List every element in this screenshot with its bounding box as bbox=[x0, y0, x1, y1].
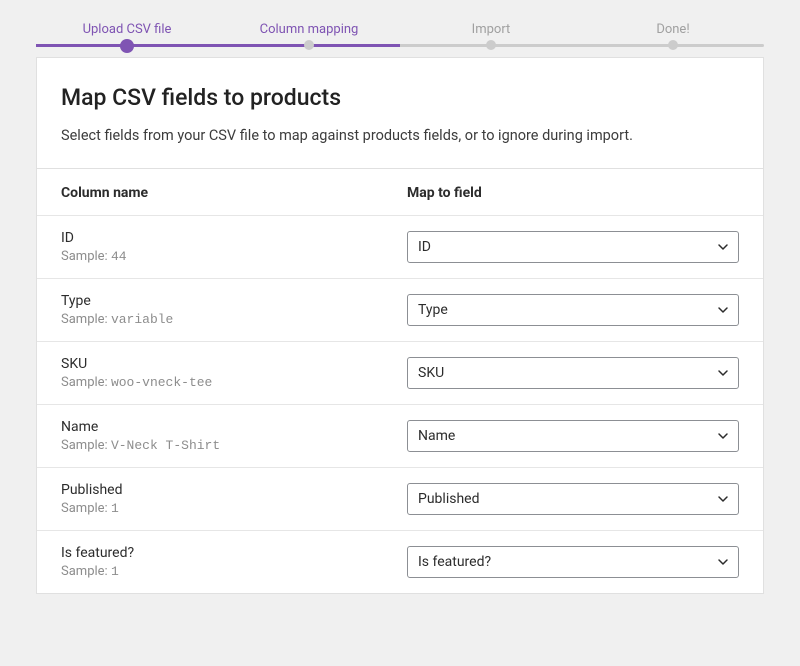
progress-track bbox=[36, 44, 764, 47]
chevron-down-icon bbox=[717, 493, 729, 505]
column-name-label: Published bbox=[61, 482, 407, 498]
sample-prefix: Sample: bbox=[61, 501, 108, 516]
mapping-table-header: Column name Map to field bbox=[37, 168, 763, 215]
row-field-select-container: ID bbox=[407, 231, 739, 263]
step-label: Done! bbox=[656, 22, 689, 37]
map-to-field-select[interactable]: Name bbox=[407, 420, 739, 452]
row-field-select-container: SKU bbox=[407, 357, 739, 389]
page-title: Map CSV fields to products bbox=[61, 84, 739, 111]
sample-value: 1 bbox=[111, 564, 119, 579]
column-sample-label: Sample: V-Neck T-Shirt bbox=[61, 438, 407, 453]
step-column-mapping[interactable]: Column mapping bbox=[218, 22, 400, 37]
progress-fill bbox=[36, 44, 400, 47]
column-sample-label: Sample: 1 bbox=[61, 501, 407, 516]
sample-value: woo-vneck-tee bbox=[111, 375, 212, 390]
chevron-down-icon bbox=[717, 556, 729, 568]
step-label: Upload CSV file bbox=[83, 22, 172, 37]
progress-dot-2 bbox=[304, 40, 314, 50]
select-value: Name bbox=[418, 428, 455, 444]
map-to-field-select[interactable]: Is featured? bbox=[407, 546, 739, 578]
sample-prefix: Sample: bbox=[61, 375, 108, 390]
column-name-label: SKU bbox=[61, 356, 407, 372]
progress-dot-1 bbox=[120, 39, 134, 53]
sample-value: V-Neck T-Shirt bbox=[111, 438, 220, 453]
chevron-down-icon bbox=[717, 241, 729, 253]
sample-prefix: Sample: bbox=[61, 249, 108, 264]
column-name-label: Is featured? bbox=[61, 545, 407, 561]
page-description: Select fields from your CSV file to map … bbox=[61, 127, 739, 144]
column-sample-label: Sample: 1 bbox=[61, 564, 407, 579]
row-column-info: Type Sample: variable bbox=[61, 293, 407, 327]
sample-value: 44 bbox=[111, 249, 127, 264]
select-value: ID bbox=[418, 239, 431, 255]
column-name-header: Column name bbox=[61, 185, 407, 201]
row-column-info: SKU Sample: woo-vneck-tee bbox=[61, 356, 407, 390]
select-value: Published bbox=[418, 491, 479, 507]
map-to-field-select[interactable]: ID bbox=[407, 231, 739, 263]
step-label: Import bbox=[472, 22, 511, 37]
select-value: Type bbox=[418, 302, 448, 318]
row-field-select-container: Published bbox=[407, 483, 739, 515]
column-map-header: Map to field bbox=[407, 185, 739, 201]
step-import: Import bbox=[400, 22, 582, 37]
column-name-label: Type bbox=[61, 293, 407, 309]
chevron-down-icon bbox=[717, 367, 729, 379]
progress-dot-4 bbox=[668, 40, 678, 50]
select-value: Is featured? bbox=[418, 554, 491, 570]
step-upload-csv[interactable]: Upload CSV file bbox=[36, 22, 218, 37]
table-row: ID Sample: 44 ID bbox=[37, 215, 763, 278]
sample-value: variable bbox=[111, 312, 173, 327]
row-column-info: ID Sample: 44 bbox=[61, 230, 407, 264]
map-to-field-select[interactable]: Published bbox=[407, 483, 739, 515]
step-done: Done! bbox=[582, 22, 764, 37]
chevron-down-icon bbox=[717, 430, 729, 442]
map-to-field-select[interactable]: Type bbox=[407, 294, 739, 326]
chevron-down-icon bbox=[717, 304, 729, 316]
table-row: Name Sample: V-Neck T-Shirt Name bbox=[37, 404, 763, 467]
table-row: Is featured? Sample: 1 Is featured? bbox=[37, 530, 763, 593]
column-name-label: ID bbox=[61, 230, 407, 246]
mapping-card: Map CSV fields to products Select fields… bbox=[36, 57, 764, 594]
row-column-info: Name Sample: V-Neck T-Shirt bbox=[61, 419, 407, 453]
progress-dot-3 bbox=[486, 40, 496, 50]
table-row: SKU Sample: woo-vneck-tee SKU bbox=[37, 341, 763, 404]
row-column-info: Published Sample: 1 bbox=[61, 482, 407, 516]
column-sample-label: Sample: 44 bbox=[61, 249, 407, 264]
row-field-select-container: Type bbox=[407, 294, 739, 326]
row-field-select-container: Is featured? bbox=[407, 546, 739, 578]
progress-stepper: Upload CSV file Column mapping Import Do… bbox=[0, 0, 800, 57]
column-name-label: Name bbox=[61, 419, 407, 435]
card-header: Map CSV fields to products Select fields… bbox=[37, 58, 763, 168]
table-row: Type Sample: variable Type bbox=[37, 278, 763, 341]
sample-prefix: Sample: bbox=[61, 564, 108, 579]
sample-prefix: Sample: bbox=[61, 438, 108, 453]
map-to-field-select[interactable]: SKU bbox=[407, 357, 739, 389]
row-field-select-container: Name bbox=[407, 420, 739, 452]
select-value: SKU bbox=[418, 365, 444, 381]
column-sample-label: Sample: woo-vneck-tee bbox=[61, 375, 407, 390]
sample-prefix: Sample: bbox=[61, 312, 108, 327]
table-row: Published Sample: 1 Published bbox=[37, 467, 763, 530]
row-column-info: Is featured? Sample: 1 bbox=[61, 545, 407, 579]
column-sample-label: Sample: variable bbox=[61, 312, 407, 327]
sample-value: 1 bbox=[111, 501, 119, 516]
step-label: Column mapping bbox=[260, 22, 359, 37]
